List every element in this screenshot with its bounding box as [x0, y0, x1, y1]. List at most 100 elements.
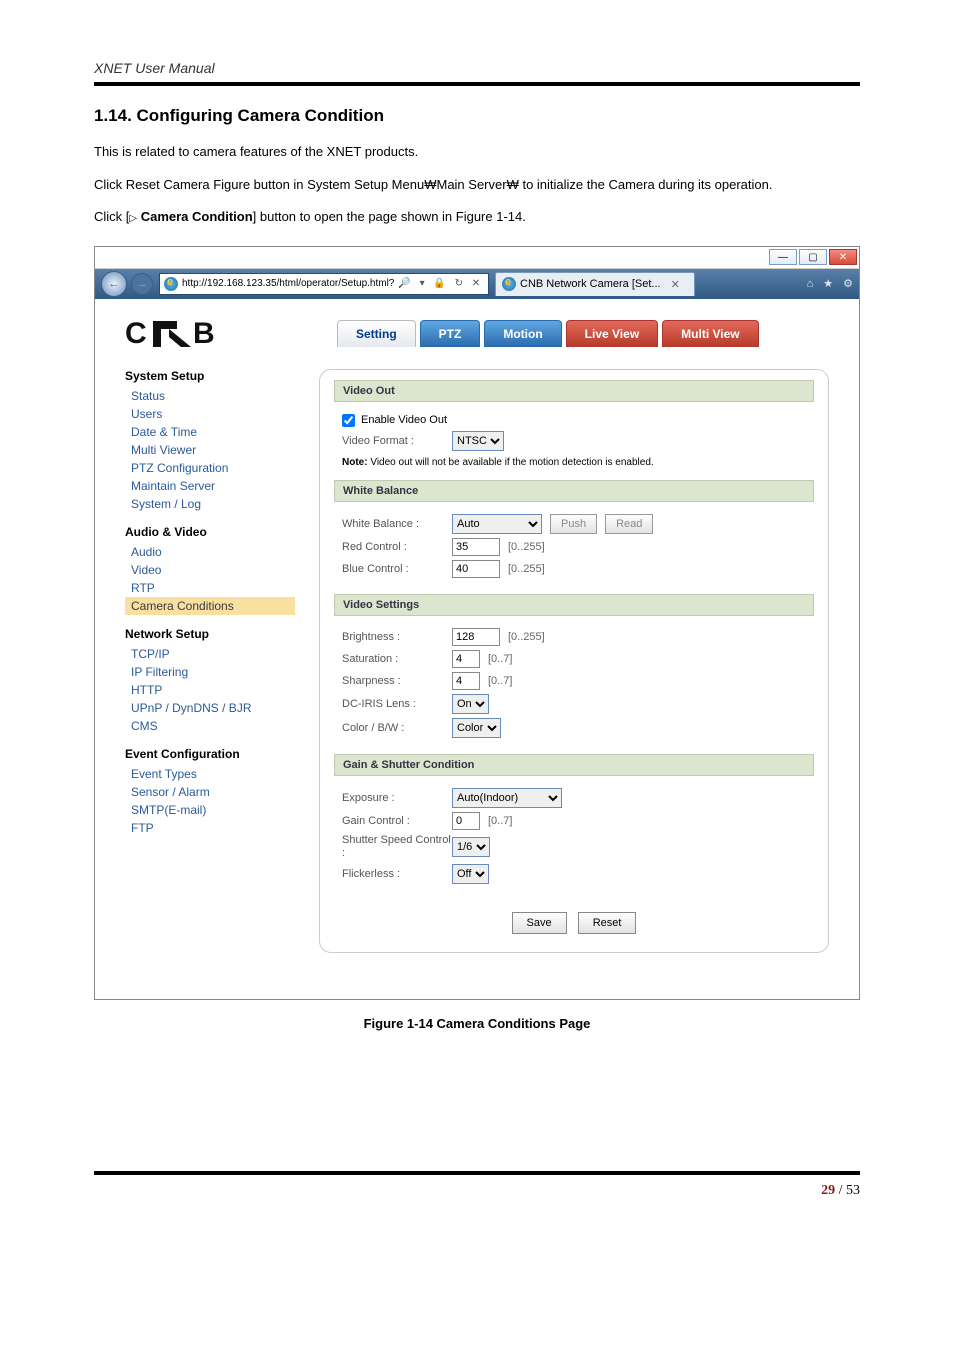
home-icon[interactable]: ⌂: [807, 278, 814, 290]
tab-setting[interactable]: Setting: [337, 320, 416, 347]
sidebar-item-status[interactable]: Status: [125, 387, 295, 405]
save-button[interactable]: Save: [512, 912, 567, 934]
row-brightness: Brightness : [0..255]: [342, 628, 806, 646]
brightness-input[interactable]: [452, 628, 500, 646]
sidebar-item-cms[interactable]: CMS: [125, 717, 295, 735]
panel-video-settings-header: Video Settings: [334, 594, 814, 616]
doc-running-header: XNET User Manual: [94, 60, 860, 76]
browser-toolbar: ← → http://192.168.123.35/html/operator/…: [95, 269, 859, 299]
wb-read-button: Read: [605, 514, 653, 534]
flickerless-label: Flickerless :: [342, 868, 452, 880]
sidebar-item-http[interactable]: HTTP: [125, 681, 295, 699]
sep2: ₩: [507, 177, 519, 192]
sidebar-item-audio[interactable]: Audio: [125, 543, 295, 561]
main-tab-row: Setting PTZ Motion Live View Multi View: [337, 320, 759, 347]
red-range: [0..255]: [508, 541, 545, 553]
tab-multi-view[interactable]: Multi View: [662, 320, 758, 347]
url-text: http://192.168.123.35/html/operator/Setu…: [182, 278, 394, 289]
color-bw-select[interactable]: Color: [452, 718, 501, 738]
shutter-speed-select[interactable]: 1/6: [452, 837, 490, 857]
panel-video-settings-body: Brightness : [0..255] Saturation : [0..7…: [334, 616, 814, 754]
sidebar-group-network: Network Setup: [125, 627, 295, 641]
sidebar-item-ftp[interactable]: FTP: [125, 819, 295, 837]
sidebar-item-ptzconfig[interactable]: PTZ Configuration: [125, 459, 295, 477]
back-button[interactable]: ←: [101, 271, 127, 297]
row-blue-control: Blue Control : [0..255]: [342, 560, 806, 578]
gain-control-input[interactable]: [452, 812, 480, 830]
sidebar-item-ipfilter[interactable]: IP Filtering: [125, 663, 295, 681]
screenshot-window: — ▢ ✕ ← → http://192.168.123.35/html/ope…: [94, 246, 860, 1000]
tab-title: CNB Network Camera [Set...: [520, 278, 661, 290]
saturation-range: [0..7]: [488, 653, 512, 665]
tab-motion[interactable]: Motion: [484, 320, 561, 347]
tab-ptz[interactable]: PTZ: [420, 320, 481, 347]
sidebar-item-maintain[interactable]: Maintain Server: [125, 477, 295, 495]
sidebar-item-video[interactable]: Video: [125, 561, 295, 579]
browser-tab-strip: CNB Network Camera [Set... ✕: [495, 272, 807, 296]
sharpness-input[interactable]: [452, 672, 480, 690]
sidebar-item-tcpip[interactable]: TCP/IP: [125, 645, 295, 663]
dciris-label: DC-IRIS Lens :: [342, 698, 452, 710]
exposure-select[interactable]: Auto(Indoor): [452, 788, 562, 808]
address-controls[interactable]: 🔎 ▾ 🔒 ↻ ✕: [398, 278, 483, 289]
row-video-format: Video Format : NTSC: [342, 431, 806, 451]
reset-button[interactable]: Reset: [578, 912, 637, 934]
panel-video-out-body: Enable Video Out Video Format : NTSC Not…: [334, 402, 814, 480]
p2-c: to initialize the Camera during its oper…: [519, 177, 773, 192]
row-red-control: Red Control : [0..255]: [342, 538, 806, 556]
row-color-bw: Color / B/W : Color: [342, 718, 806, 738]
panel-gain-shutter-body: Exposure : Auto(Indoor) Gain Control : […: [334, 776, 814, 900]
p3-a: Click [: [94, 209, 129, 224]
browser-tab-active[interactable]: CNB Network Camera [Set... ✕: [495, 272, 695, 296]
sidebar-item-datetime[interactable]: Date & Time: [125, 423, 295, 441]
tab-close-icon[interactable]: ✕: [671, 278, 680, 291]
row-shutter-speed: Shutter Speed Control : 1/6: [342, 834, 806, 860]
sidebar-item-upnp[interactable]: UPnP / DynDNS / BJR: [125, 699, 295, 717]
blue-control-input[interactable]: [452, 560, 500, 578]
forward-button[interactable]: →: [131, 273, 153, 295]
blue-control-label: Blue Control :: [342, 563, 452, 575]
footer-rule: [94, 1171, 860, 1175]
brand-logo: C B: [125, 317, 337, 351]
sidebar-item-multiviewer[interactable]: Multi Viewer: [125, 441, 295, 459]
video-format-select[interactable]: NTSC: [452, 431, 504, 451]
window-maximize-button[interactable]: ▢: [799, 249, 827, 265]
row-sharpness: Sharpness : [0..7]: [342, 672, 806, 690]
page-number: 29 / 53: [94, 1183, 860, 1199]
tools-icon[interactable]: ⚙: [843, 277, 853, 290]
sidebar-item-systemlog[interactable]: System / Log: [125, 495, 295, 513]
enable-video-out-checkbox[interactable]: [342, 414, 355, 427]
triangle-icon: ▷: [129, 213, 137, 224]
row-white-balance: White Balance : Auto Push Read: [342, 514, 806, 534]
row-enable-video-out: Enable Video Out: [342, 414, 806, 427]
dciris-select[interactable]: On: [452, 694, 489, 714]
sidebar-item-camera-conditions[interactable]: Camera Conditions: [125, 597, 295, 615]
window-close-button[interactable]: ✕: [829, 249, 857, 265]
sidebar-item-sensor[interactable]: Sensor / Alarm: [125, 783, 295, 801]
page-total: 53: [846, 1183, 860, 1198]
sidebar-item-smtp[interactable]: SMTP(E-mail): [125, 801, 295, 819]
sidebar-item-users[interactable]: Users: [125, 405, 295, 423]
sidebar-item-eventtypes[interactable]: Event Types: [125, 765, 295, 783]
ie-right-icons: ⌂ ★ ⚙: [807, 277, 853, 290]
flickerless-select[interactable]: Off: [452, 864, 489, 884]
saturation-input[interactable]: [452, 650, 480, 668]
sidebar-group-system: System Setup: [125, 369, 295, 383]
page-body: C B Setting PTZ Motion Live View Multi V…: [95, 299, 859, 999]
row-dciris: DC-IRIS Lens : On: [342, 694, 806, 714]
para-click: Click [▷ Camera Condition] button to ope…: [94, 203, 860, 232]
red-control-input[interactable]: [452, 538, 500, 556]
favorites-icon[interactable]: ★: [823, 277, 833, 290]
address-bar[interactable]: http://192.168.123.35/html/operator/Setu…: [159, 273, 489, 295]
sidebar-item-rtp[interactable]: RTP: [125, 579, 295, 597]
sharpness-label: Sharpness :: [342, 675, 452, 687]
p2-b: Main Server: [436, 177, 506, 192]
page-sep: /: [835, 1183, 846, 1198]
tab-live-view[interactable]: Live View: [566, 320, 658, 347]
window-minimize-button[interactable]: —: [769, 249, 797, 265]
enable-video-out-label: Enable Video Out: [361, 414, 447, 426]
panel-gain-shutter-header: Gain & Shutter Condition: [334, 754, 814, 776]
row-saturation: Saturation : [0..7]: [342, 650, 806, 668]
p3-b: Camera Condition: [137, 209, 253, 224]
white-balance-select[interactable]: Auto: [452, 514, 542, 534]
